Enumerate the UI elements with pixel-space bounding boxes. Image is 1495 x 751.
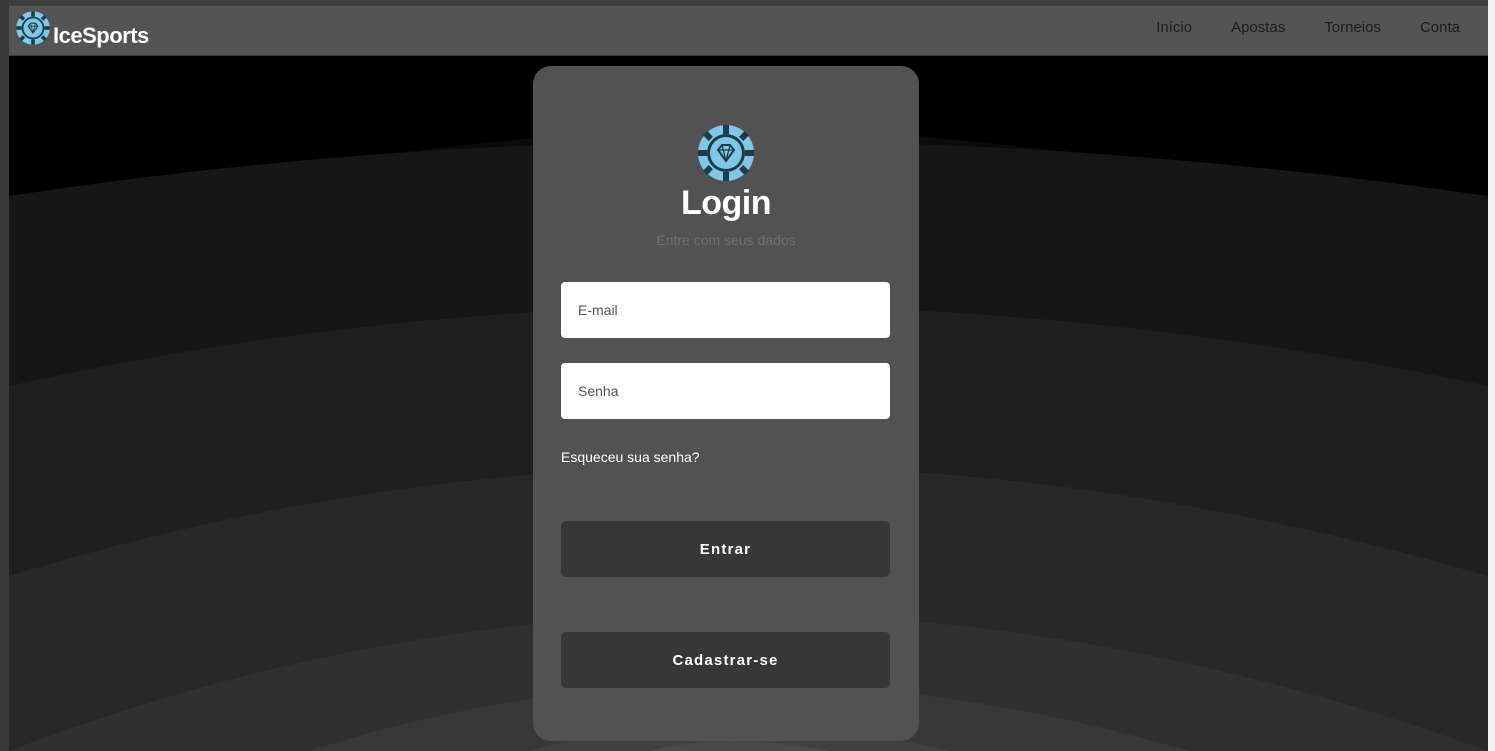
login-button[interactable]: Entrar	[561, 521, 890, 577]
brand-name: IceSports	[53, 23, 149, 48]
diamond-chip-icon	[698, 125, 754, 181]
app-frame: IceSports Início Apostas Torneios Conta	[0, 0, 1495, 751]
nav-item-torneios[interactable]: Torneios	[1324, 19, 1381, 36]
nav-item-conta[interactable]: Conta	[1420, 19, 1460, 36]
password-field[interactable]	[561, 363, 890, 419]
diamond-chip-icon	[16, 11, 50, 45]
nav-item-apostas[interactable]: Apostas	[1231, 19, 1285, 36]
nav-item-inicio[interactable]: Início	[1156, 19, 1192, 36]
login-title: Login	[680, 184, 772, 222]
signup-button[interactable]: Cadastrar-se	[561, 632, 890, 688]
scrollbar-track[interactable]	[1488, 0, 1495, 751]
forgot-password-link[interactable]: Esqueceu sua senha?	[561, 449, 700, 465]
login-subtitle: Entre com seus dados	[656, 232, 796, 248]
top-navbar: IceSports Início Apostas Torneios Conta	[9, 6, 1488, 56]
email-field[interactable]	[561, 282, 890, 338]
brand[interactable]: IceSports	[15, 10, 149, 48]
left-border	[0, 0, 9, 751]
login-card: Login Entre com seus dados Esqueceu sua …	[533, 66, 919, 741]
main-nav: Início Apostas Torneios Conta	[1117, 19, 1460, 36]
